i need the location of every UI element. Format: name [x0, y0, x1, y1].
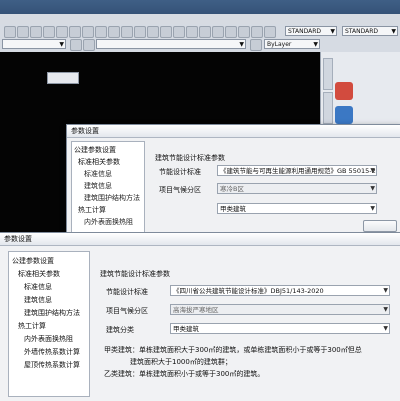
dialog-title: 参数设置: [0, 233, 400, 246]
climate-zone-value: 高海拔严寒地区: [173, 306, 219, 314]
field-label: 节能设计标准: [159, 168, 201, 176]
tree-item[interactable]: 外墙传热系数计算: [24, 347, 80, 357]
text-style-combo[interactable]: STANDARD ▼: [285, 26, 337, 36]
toolbar-button[interactable]: [134, 26, 146, 38]
chevron-down-icon: ▼: [239, 41, 244, 48]
tree-item[interactable]: 标准信息: [84, 169, 112, 179]
toolbar-button[interactable]: [251, 26, 263, 38]
tree-item[interactable]: 建筑围护结构方法: [24, 308, 80, 318]
tool-icon[interactable]: [335, 82, 353, 100]
layer-tool-icon[interactable]: [250, 39, 262, 51]
tree-item[interactable]: 建筑信息: [84, 181, 112, 191]
toolbar-button[interactable]: [225, 26, 237, 38]
class-note: 建筑面积大于1000㎡的建筑群；: [130, 358, 232, 366]
chevron-down-icon: ▼: [370, 185, 375, 192]
chevron-down-icon: ▼: [383, 287, 388, 294]
climate-zone-select[interactable]: 寒冷B区 ▼: [217, 183, 377, 194]
standard-value: 《四川省公共建筑节能设计标准》DBJ51/143-2020: [173, 287, 324, 295]
layer-combo[interactable]: ▼: [96, 39, 246, 49]
chevron-down-icon: ▼: [391, 28, 396, 35]
toolbar-button[interactable]: [56, 26, 68, 38]
panel-tab[interactable]: [323, 92, 333, 124]
panel-tab[interactable]: [323, 58, 333, 90]
standard-select[interactable]: 《四川省公共建筑节能设计标准》DBJ51/143-2020 ▼: [170, 285, 390, 296]
tool-icon[interactable]: [335, 106, 353, 124]
cad-application-window: STANDARD ▼ STANDARD ▼ ▼ ▼ ByLayer ▼ 参数设置 公建…: [0, 0, 400, 242]
tree-item[interactable]: 热工计算: [18, 321, 46, 331]
toolbar-button[interactable]: [238, 26, 250, 38]
tree-item[interactable]: 公建参数设置: [12, 256, 54, 266]
dialog-title: 参数设置: [67, 125, 400, 138]
toolbar: STANDARD ▼ STANDARD ▼ ▼ ▼ ByLayer ▼: [0, 24, 400, 53]
chevron-down-icon: ▼: [313, 41, 318, 48]
chevron-down-icon: ▼: [383, 325, 388, 332]
drawing-layout-tab[interactable]: [47, 72, 79, 84]
color-value: ByLayer: [267, 41, 292, 48]
tree-item[interactable]: 标准信息: [24, 282, 52, 292]
toolbar-button[interactable]: [160, 26, 172, 38]
chevron-down-icon: ▼: [330, 28, 335, 35]
chevron-down-icon: ▼: [370, 167, 375, 174]
toolbar-button[interactable]: [212, 26, 224, 38]
toolbar-button[interactable]: [199, 26, 211, 38]
workspace-combo[interactable]: ▼: [2, 39, 66, 49]
toolbar-button[interactable]: [69, 26, 81, 38]
dim-style-combo[interactable]: STANDARD ▼: [342, 26, 398, 36]
menu-bar: [0, 0, 400, 15]
tree-item[interactable]: 内外表面换热阻: [84, 217, 133, 227]
climate-zone-select[interactable]: 高海拔严寒地区 ▼: [170, 304, 390, 315]
toolbar-button[interactable]: [4, 26, 16, 38]
tree-item[interactable]: 热工计算: [78, 205, 106, 215]
dim-style-value: STANDARD: [345, 28, 379, 35]
toolbar-button[interactable]: [95, 26, 107, 38]
toolbar-button[interactable]: [108, 26, 120, 38]
section-heading: 建筑节能设计标准参数: [155, 154, 225, 162]
toolbar-button[interactable]: [147, 26, 159, 38]
field-label: 节能设计标准: [106, 288, 148, 296]
settings-tree: 公建参数设置标准相关参数 标准信息建筑信息建筑围护结构方法热工计算内外表面换热阻外…: [8, 251, 90, 397]
color-combo[interactable]: ByLayer ▼: [264, 39, 320, 49]
building-class-select[interactable]: 甲类建筑 ▼: [217, 203, 377, 214]
toolbar-button[interactable]: [43, 26, 55, 38]
parameter-settings-dialog-back: 参数设置 公建参数设置 标准相关参数 标准信息 建筑信息 建筑围护结构方法 热工…: [66, 124, 400, 242]
toolbar-button[interactable]: [30, 26, 42, 38]
tree-item[interactable]: 标准相关参数: [18, 269, 60, 279]
toolbar-button[interactable]: [82, 26, 94, 38]
building-class-select[interactable]: 甲类建筑 ▼: [170, 323, 390, 334]
text-style-value: STANDARD: [288, 28, 322, 35]
toolbar-button[interactable]: [264, 26, 276, 38]
building-class-value: 甲类建筑: [173, 325, 199, 333]
chevron-down-icon: ▼: [383, 306, 388, 313]
field-label: 项目气候分区: [106, 307, 148, 315]
climate-zone-value: 寒冷B区: [220, 185, 244, 193]
tree-item[interactable]: 屋顶传热系数计算: [24, 360, 80, 370]
collapse-button[interactable]: [363, 220, 397, 232]
standard-value: 《建筑节能与可再生能源利用通用规范》GB 55015-2021（试用）: [220, 167, 376, 175]
chevron-down-icon: ▼: [59, 41, 64, 48]
parameter-settings-dialog: 参数设置 公建参数设置标准相关参数 标准信息建筑信息建筑围护结构方法热工计算内外表…: [0, 232, 400, 401]
settings-tree: 公建参数设置 标准相关参数 标准信息 建筑信息 建筑围护结构方法 热工计算 内外…: [71, 141, 145, 241]
layer-state-icon[interactable]: [83, 39, 95, 51]
section-heading: 建筑节能设计标准参数: [100, 270, 170, 278]
class-note: 乙类建筑：单栋建筑面积小于或等于300㎡的建筑。: [104, 370, 265, 378]
field-label: 建筑分类: [106, 326, 134, 334]
chevron-down-icon: ▼: [370, 205, 375, 212]
toolbar-button[interactable]: [17, 26, 29, 38]
tree-item[interactable]: 标准相关参数: [78, 157, 120, 167]
tree-item[interactable]: 建筑围护结构方法: [84, 193, 140, 203]
toolbar-button[interactable]: [121, 26, 133, 38]
class-note: 甲类建筑：单栋建筑面积大于300㎡的建筑，或单栋建筑面积小于或等于300㎡但总: [104, 346, 362, 354]
toolbar-button[interactable]: [186, 26, 198, 38]
building-class-value: 甲类建筑: [220, 205, 246, 213]
layer-manager-icon[interactable]: [70, 39, 82, 51]
standard-select[interactable]: 《建筑节能与可再生能源利用通用规范》GB 55015-2021（试用）▼: [217, 165, 377, 176]
tree-item[interactable]: 建筑信息: [24, 295, 52, 305]
toolbar-button[interactable]: [173, 26, 185, 38]
field-label: 项目气候分区: [159, 186, 201, 194]
tree-item[interactable]: 内外表面换热阻: [24, 334, 73, 344]
tree-item[interactable]: 公建参数设置: [74, 145, 116, 155]
